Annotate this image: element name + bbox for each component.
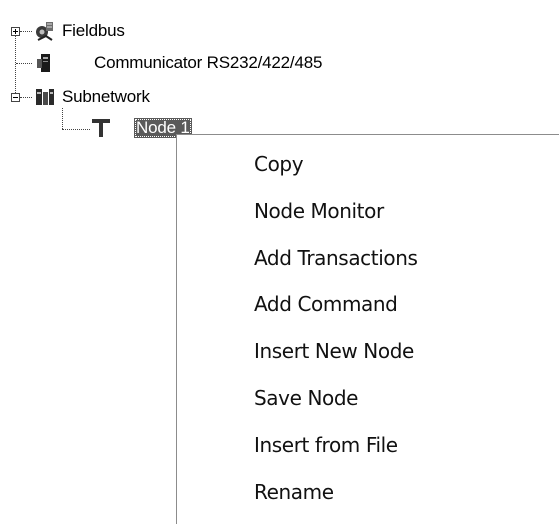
- tree-connector: [62, 129, 90, 130]
- tree-connector: [62, 108, 63, 129]
- subnetwork-icon: [36, 89, 54, 105]
- expand-toggle-fieldbus[interactable]: [11, 27, 20, 36]
- collapse-toggle-subnetwork[interactable]: [11, 93, 20, 102]
- menu-item-copy[interactable]: Copy: [254, 152, 304, 176]
- menu-item-add-command[interactable]: Add Command: [254, 292, 398, 316]
- tree-connector: [20, 97, 32, 98]
- context-menu: Copy Node Monitor Add Transactions Add C…: [176, 134, 559, 524]
- menu-item-insert-new-node[interactable]: Insert New Node: [254, 339, 414, 363]
- tree-node-label-communicator[interactable]: Communicator RS232/422/485: [94, 53, 322, 73]
- tree-view: Fieldbus Communicator RS232/422/485 Subn…: [0, 0, 559, 140]
- tree-node-label-subnetwork[interactable]: Subnetwork: [62, 87, 150, 107]
- tree-connector: [15, 33, 16, 95]
- menu-item-add-transactions[interactable]: Add Transactions: [254, 246, 418, 270]
- tree-connector: [20, 31, 32, 32]
- menu-item-node-monitor[interactable]: Node Monitor: [254, 199, 384, 223]
- node-icon: [92, 119, 110, 137]
- tree-node-label-fieldbus[interactable]: Fieldbus: [62, 21, 125, 41]
- communicator-icon: [37, 54, 50, 72]
- menu-item-rename[interactable]: Rename: [254, 480, 334, 504]
- fieldbus-icon: [36, 22, 53, 41]
- menu-item-save-node[interactable]: Save Node: [254, 386, 358, 410]
- tree-connector: [16, 63, 32, 64]
- menu-item-insert-from-file[interactable]: Insert from File: [254, 433, 398, 457]
